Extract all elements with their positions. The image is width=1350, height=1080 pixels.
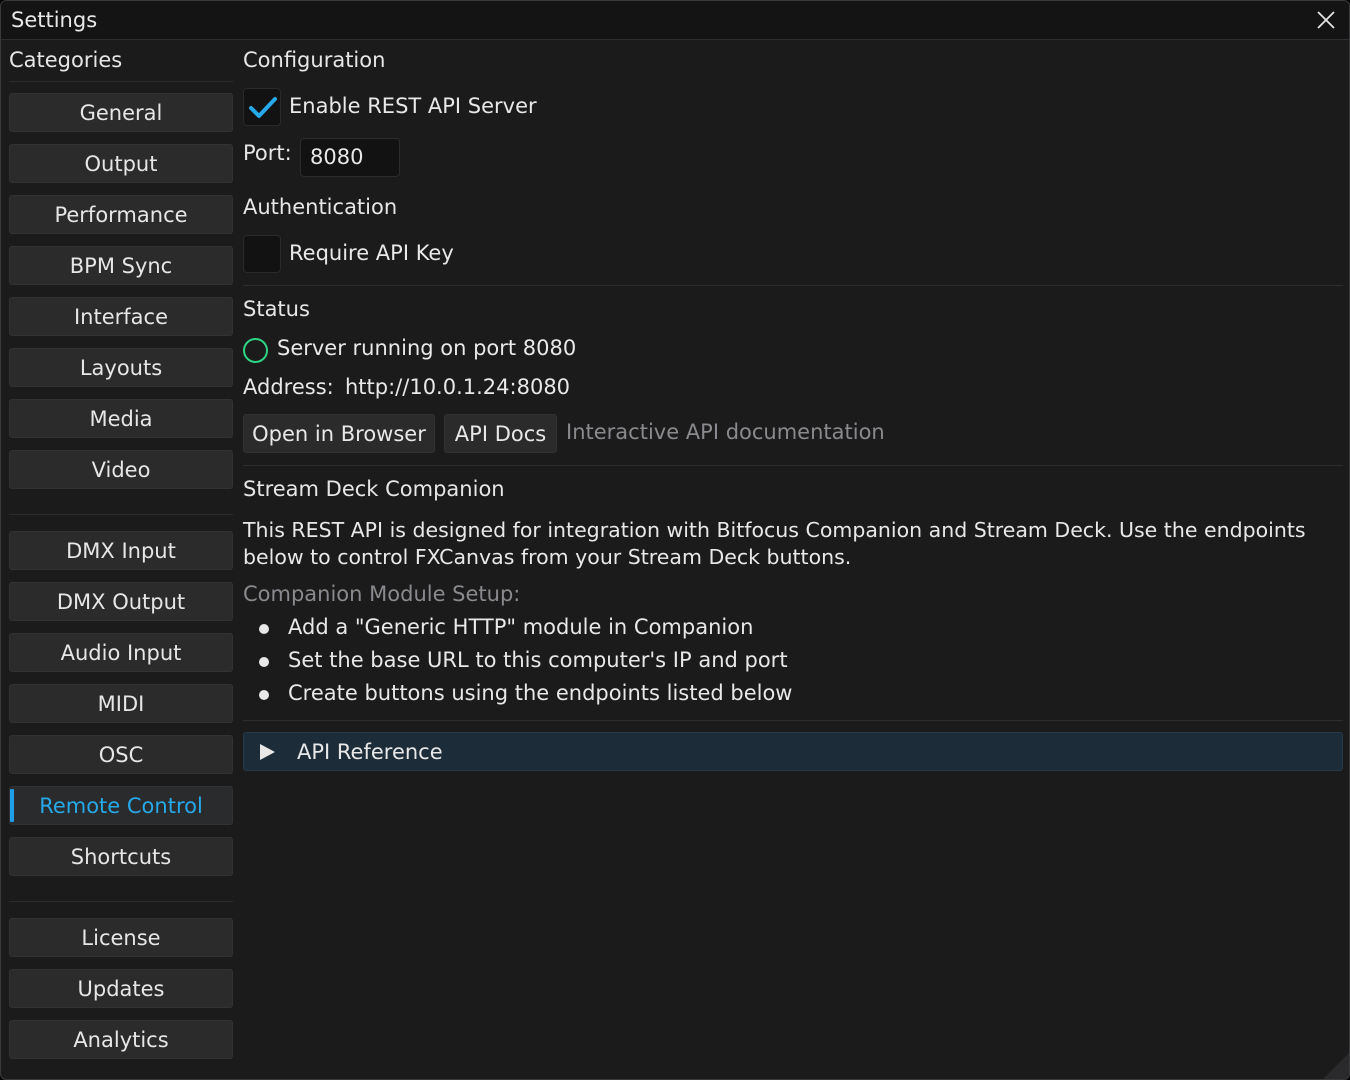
sidebar-item-label: Interface <box>73 304 169 329</box>
setup-step: Create buttons using the endpoints liste… <box>288 681 793 705</box>
sidebar-item-label: General <box>79 100 163 125</box>
divider <box>9 81 233 82</box>
companion-description: This REST API is designed for integratio… <box>243 518 1306 569</box>
companion-heading: Stream Deck Companion <box>243 477 505 501</box>
sidebar-item-label: DMX Input <box>66 538 176 563</box>
address-value: http://10.0.1.24:8080 <box>345 375 571 399</box>
sidebar-item-remote-control[interactable]: Remote Control <box>9 786 233 825</box>
status-heading: Status <box>243 297 310 321</box>
sidebar-item-label: BPM Sync <box>69 253 173 278</box>
title-bar[interactable]: Settings <box>1 1 1349 40</box>
sidebar-item-osc[interactable]: OSC <box>9 735 233 774</box>
sidebar-item-label: Layouts <box>79 355 163 380</box>
divider <box>9 901 233 902</box>
window-title: Settings <box>11 8 98 32</box>
sidebar-item-label: OSC <box>98 742 144 767</box>
sidebar-item-video[interactable]: Video <box>9 450 233 489</box>
enable-rest-label[interactable]: Enable REST API Server <box>289 94 537 118</box>
sidebar-item-label: MIDI <box>97 691 145 716</box>
server-status-text: Server running on port 8080 <box>277 336 577 360</box>
close-icon[interactable] <box>1315 9 1337 31</box>
api-docs-label: API Docs <box>454 421 547 446</box>
configuration-heading: Configuration <box>243 48 386 72</box>
sidebar-item-label: DMX Output <box>56 589 186 614</box>
remote-control-panel: Configuration Enable REST API Server Por… <box>243 40 1343 1040</box>
enable-rest-checkbox[interactable] <box>243 88 281 126</box>
sidebar-item-dmx-output[interactable]: DMX Output <box>9 582 233 621</box>
sidebar-item-midi[interactable]: MIDI <box>9 684 233 723</box>
expand-arrow-icon <box>260 744 275 760</box>
sidebar-item-audio-input[interactable]: Audio Input <box>9 633 233 672</box>
api-docs-hint: Interactive API documentation <box>566 420 885 444</box>
sidebar-item-general[interactable]: General <box>9 93 233 132</box>
api-reference-header[interactable]: API Reference <box>243 732 1343 771</box>
sidebar-item-label: License <box>81 925 161 950</box>
settings-window: Settings Categories General Output Perfo… <box>0 0 1350 1080</box>
require-api-key-checkbox[interactable] <box>243 235 281 273</box>
resize-grip-icon[interactable] <box>1323 1053 1349 1079</box>
sidebar-item-dmx-input[interactable]: DMX Input <box>9 531 233 570</box>
categories-heading: Categories <box>9 48 123 72</box>
bullet-icon <box>259 690 269 700</box>
sidebar-item-layouts[interactable]: Layouts <box>9 348 233 387</box>
sidebar-item-label: Analytics <box>73 1027 169 1052</box>
divider <box>9 514 233 515</box>
sidebar-item-label: Audio Input <box>60 640 182 665</box>
divider <box>243 465 1343 466</box>
sidebar-item-output[interactable]: Output <box>9 144 233 183</box>
sidebar-item-label: Shortcuts <box>70 844 172 869</box>
open-in-browser-label: Open in Browser <box>252 421 426 446</box>
open-in-browser-button[interactable]: Open in Browser <box>243 414 435 453</box>
divider <box>243 285 1343 286</box>
sidebar-item-label: Remote Control <box>39 793 203 818</box>
sidebar-item-label: Video <box>91 457 151 482</box>
sidebar-item-shortcuts[interactable]: Shortcuts <box>9 837 233 876</box>
checkmark-icon <box>249 97 277 118</box>
sidebar-item-license[interactable]: License <box>9 918 233 957</box>
sidebar-item-updates[interactable]: Updates <box>9 969 233 1008</box>
categories-sidebar: Categories General Output Performance BP… <box>9 40 233 1079</box>
sidebar-item-analytics[interactable]: Analytics <box>9 1020 233 1059</box>
bullet-icon <box>259 657 269 667</box>
sidebar-item-media[interactable]: Media <box>9 399 233 438</box>
authentication-heading: Authentication <box>243 195 398 219</box>
setup-step: Add a "Generic HTTP" module in Companion <box>288 615 754 639</box>
port-input[interactable]: 8080 <box>300 138 400 177</box>
port-label: Port: <box>243 141 292 165</box>
sidebar-item-label: Media <box>89 406 153 431</box>
sidebar-item-bpm-sync[interactable]: BPM Sync <box>9 246 233 285</box>
api-reference-label: API Reference <box>297 740 443 764</box>
sidebar-item-label: Performance <box>54 202 188 227</box>
bullet-icon <box>259 624 269 634</box>
setup-step: Set the base URL to this computer's IP a… <box>288 648 788 672</box>
address-label: Address: <box>243 375 334 399</box>
api-docs-button[interactable]: API Docs <box>444 414 557 453</box>
sidebar-item-performance[interactable]: Performance <box>9 195 233 234</box>
sidebar-item-label: Updates <box>77 976 165 1001</box>
sidebar-item-interface[interactable]: Interface <box>9 297 233 336</box>
companion-setup-heading: Companion Module Setup: <box>243 582 521 606</box>
divider <box>243 720 1343 721</box>
require-api-key-label[interactable]: Require API Key <box>289 241 454 265</box>
sidebar-item-label: Output <box>84 151 158 176</box>
status-indicator-icon <box>243 338 268 363</box>
